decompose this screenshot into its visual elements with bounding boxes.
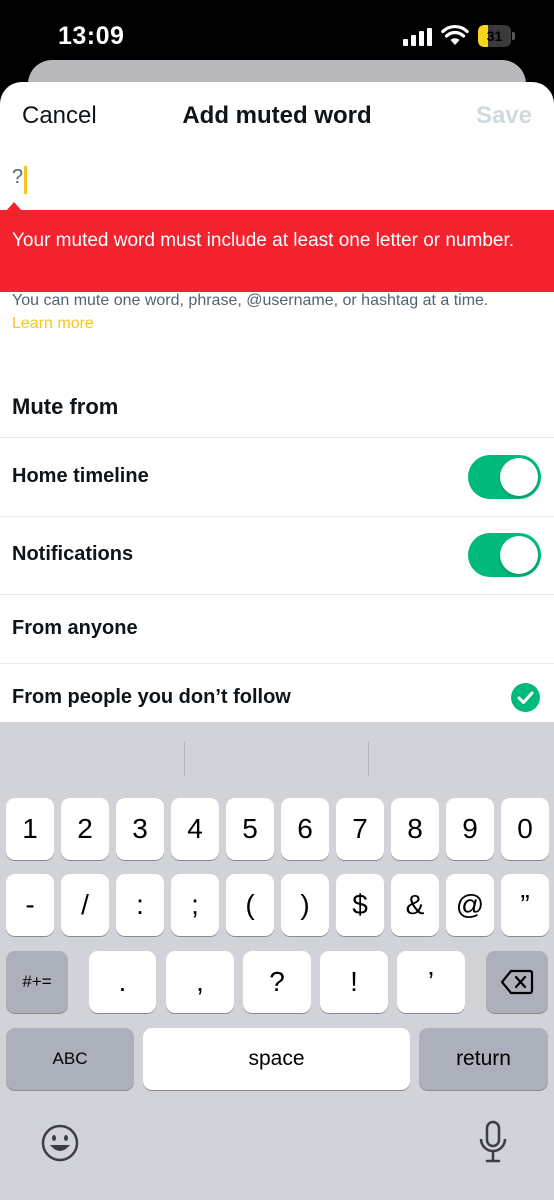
key-7[interactable]: 7 [336,798,384,860]
cellular-signal-icon [403,28,433,46]
key-more-symbols[interactable]: #+= [6,951,68,1013]
backspace-icon [500,969,534,995]
key-5[interactable]: 5 [226,798,274,860]
space-key[interactable]: space [143,1028,410,1090]
add-muted-word-sheet: Add muted word Cancel Save ? Your muted … [0,82,554,732]
home-timeline-label: Home timeline [12,465,149,487]
key-4[interactable]: 4 [171,798,219,860]
mute-from-title: Mute from [12,394,119,419]
error-banner: Your muted word must include at least on… [0,210,554,292]
key-9[interactable]: 9 [446,798,494,860]
battery-icon: 31 [478,25,516,47]
return-key[interactable]: return [419,1028,548,1090]
key-apostrophe[interactable]: ’ [397,951,465,1013]
key-hyphen[interactable]: - [6,874,54,936]
key-ampersand[interactable]: & [391,874,439,936]
battery-level: 31 [486,28,503,44]
notifications-label: Notifications [12,543,134,565]
learn-more-link[interactable]: Learn more [12,315,94,333]
key-close-paren[interactable]: ) [281,874,329,936]
key-semicolon[interactable]: ; [171,874,219,936]
muted-word-input[interactable]: ? [12,166,532,196]
wifi-icon [441,24,469,45]
key-slash[interactable]: / [61,874,109,936]
key-question[interactable]: ? [243,951,311,1013]
text-cursor [24,166,28,194]
muted-word-value: ? [12,166,24,188]
key-3[interactable]: 3 [116,798,164,860]
home-timeline-toggle[interactable] [468,455,541,499]
key-1[interactable]: 1 [6,798,54,860]
key-open-paren[interactable]: ( [226,874,274,936]
key-6[interactable]: 6 [281,798,329,860]
helper-text: You can mute one word, phrase, @username… [12,292,489,309]
from-non-followers-label: From people you don’t follow [12,686,291,708]
home-timeline-row[interactable]: Home timeline [0,437,554,516]
key-8[interactable]: 8 [391,798,439,860]
key-comma[interactable]: , [166,951,234,1013]
keyboard: 1 2 3 4 5 6 7 8 9 0 - / : ; ( ) $ & @ ” … [0,722,554,1200]
status-time: 13:09 [58,22,125,50]
key-0[interactable]: 0 [501,798,549,860]
key-at[interactable]: @ [446,874,494,936]
emoji-icon[interactable] [40,1123,80,1163]
suggestion-divider [184,742,185,776]
key-period[interactable]: . [89,951,156,1013]
delete-key[interactable] [486,951,548,1013]
checkmark-icon [511,683,540,712]
suggestion-divider [368,742,369,776]
error-message: Your muted word must include at least on… [12,230,515,251]
notifications-row[interactable]: Notifications [0,516,554,594]
key-exclamation[interactable]: ! [320,951,388,1013]
key-abc[interactable]: ABC [6,1028,134,1090]
cancel-button[interactable]: Cancel [22,102,97,130]
from-anyone-label: From anyone [12,617,138,639]
key-dollar[interactable]: $ [336,874,384,936]
key-quote[interactable]: ” [501,874,549,936]
key-colon[interactable]: : [116,874,164,936]
microphone-icon[interactable] [478,1120,508,1164]
key-2[interactable]: 2 [61,798,109,860]
from-anyone-row[interactable]: From anyone [0,594,554,663]
notifications-toggle[interactable] [468,533,541,577]
save-button[interactable]: Save [476,102,532,130]
